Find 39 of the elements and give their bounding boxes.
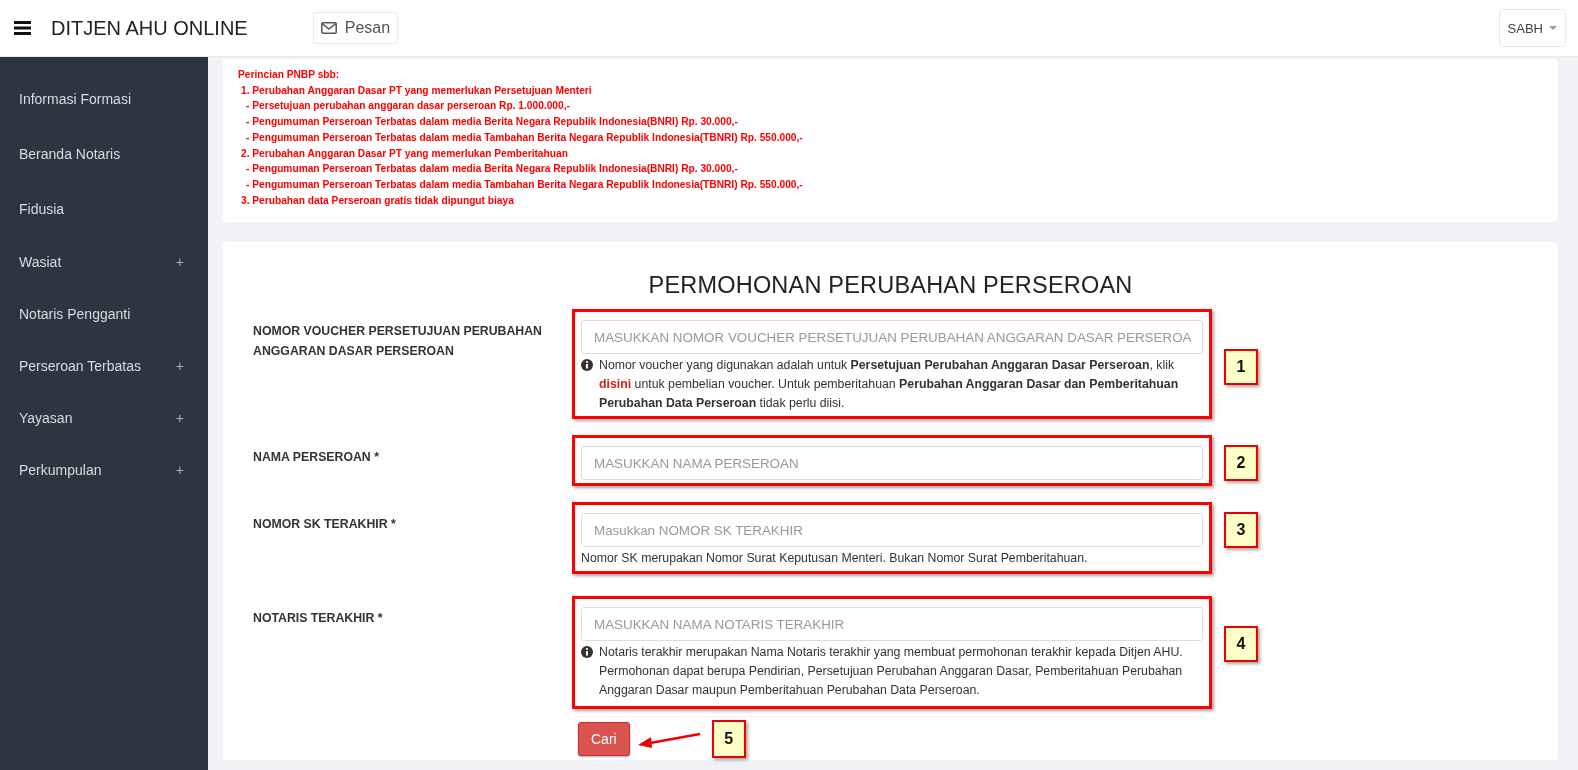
link[interactable]: disini [599,377,632,392]
callout-number: 2 [1224,445,1258,482]
sidebar-item[interactable]: Perkumpulan + [0,444,208,496]
pnbp-line: - Pengumuman Perseroan Terbatas dalam media Berita Negara Republik Indonesia(BNRI) Rp. 30.000,- [245,115,739,130]
user-menu-button[interactable]: SABH [1498,9,1566,47]
pnbp-line: - Persetujuan perubahan anggaran dasar perseroan Rp. 1.000.000,- [245,99,571,114]
sidebar-item[interactable]: Beranda Notaris [0,126,208,181]
help-text: Notaris terakhir merupakan Nama Notaris terakhir yang membuat permohonan terakhir kepada Ditjen AHU. Permohonan dapat berupa Pendirian, Persetujuan Perubahan Anggaran Dasar, Pemberitahuan Perubahan Anggaran Dasar maupun Pemberitahuan Perubahan Data Perseroan. [599,644,1184,700]
field-label: NOMOR VOUCHER PERSETUJUAN PERUBAHAN ANGGARAN DASAR PERSEROAN [253,323,543,361]
pnbp-line: 1. Perubahan Anggaran Dasar PT yang memerlukan Persetujuan Menteri [240,83,593,98]
callout-number: 3 [1224,512,1258,549]
sidebar-item[interactable]: Perseroan Terbatas + [0,340,208,392]
search-button[interactable]: Cari [578,722,630,757]
app-title: DITJEN AHU ONLINE [51,16,248,40]
input-field[interactable]: MASUKKAN NAMA NOTARIS TERAKHIR [581,607,1203,642]
input-field[interactable]: MASUKKAN NOMOR VOUCHER PERSETUJUAN PERUBAHAN ANGGARAN DASAR PERSEROA [581,320,1203,355]
callout-number: 1 [1224,349,1258,386]
callout-number: 4 [1224,626,1258,663]
sidebar-item[interactable]: Fidusia [0,181,208,236]
message-button[interactable]: Pesan [312,12,399,44]
pnbp-line: - Pengumuman Perseroan Terbatas dalam media Berita Negara Republik Indonesia(BNRI) Rp. 30.000,- [245,162,739,177]
field-label: NAMA PERSEROAN * [253,449,380,467]
sidebar-item[interactable]: Informasi Formasi [0,71,208,126]
sidebar-item[interactable]: Yayasan + [0,392,208,444]
help-text: Nomor voucher yang digunakan adalah untuk Persetujuan Perubahan Anggaran Dasar Perseroan, klik disini untuk pembelian voucher. Untuk pemberitahuan Perubahan Anggaran Dasar dan Pemberitahuan Perubahan Data Perseroan tidak perlu diisi. [599,357,1180,413]
pnbp-line: - Pengumuman Perseroan Terbatas dalam media Tambahan Berita Negara Republik Indonesia(TBNRI) Rp. 550.000,- [245,177,804,192]
pnbp-line: 2. Perubahan Anggaran Dasar PT yang memerlukan Pemberitahuan [240,146,569,161]
pnbp-line: 3. Perubahan data Perseroan gratis tidak dipungut biaya [240,193,515,208]
sidebar-item[interactable]: Wasiat + [0,236,208,288]
pnbp-title: Perincian PNBP sbb: [238,68,341,82]
callout-number: 5 [711,720,746,759]
field-label: NOMOR SK TERAKHIR * [253,516,397,534]
sidebar-item[interactable]: Notaris Pengganti [0,288,208,340]
pnbp-line: - Pengumuman Perseroan Terbatas dalam media Tambahan Berita Negara Republik Indonesia(TBNRI) Rp. 550.000,- [245,130,804,145]
form-title: PERMOHONAN PERUBAHAN PERSEROAN [647,272,1134,300]
help-text: Nomor SK merupakan Nomor Surat Keputusan Menteri. Bukan Nomor Surat Pemberitahuan. [581,550,1089,568]
field-label: NOTARIS TERAKHIR * [253,610,384,628]
input-field[interactable]: Masukkan NOMOR SK TERAKHIR [581,513,1203,548]
input-field[interactable]: MASUKKAN NAMA PERSEROAN [581,446,1203,481]
